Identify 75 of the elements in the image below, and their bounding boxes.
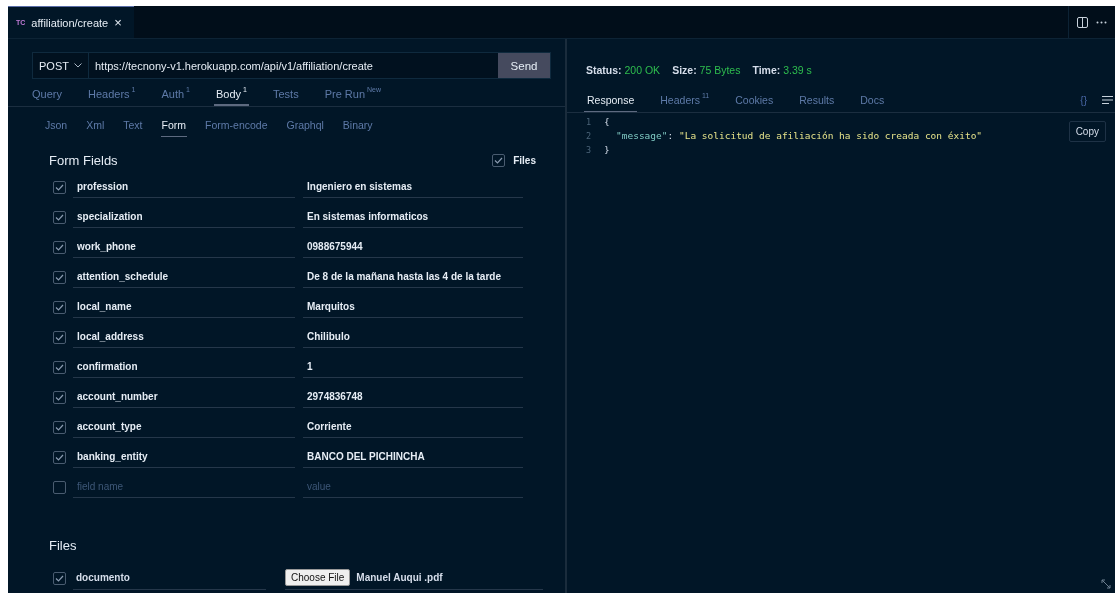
files-toggle-label: Files: [513, 154, 536, 166]
body-type-tab[interactable]: Form-encode: [205, 119, 268, 138]
file-name: Manuel Auqui .pdf: [356, 572, 443, 583]
checkbox[interactable]: [53, 360, 66, 374]
field-value-input[interactable]: Corriente: [303, 416, 523, 438]
field-value-input[interactable]: 1: [303, 356, 523, 378]
line-number: 1: [586, 116, 593, 129]
request-tab[interactable]: Headers $^{1}$: [87, 88, 136, 107]
request-tab[interactable]: Body $^{1}$: [216, 88, 247, 107]
response-time: Time: 3.39 s: [752, 64, 812, 76]
response-tab[interactable]: Docs: [860, 94, 885, 112]
copy-button[interactable]: Copy: [1068, 121, 1106, 142]
response-tab[interactable]: Headers $^{11}$: [660, 94, 710, 112]
body-type-tab[interactable]: Binary: [342, 119, 373, 138]
tab-title[interactable]: affiliation/create: [31, 16, 109, 29]
request-tab[interactable]: Tests: [273, 88, 299, 107]
field-name-input[interactable]: work_phone: [73, 236, 295, 258]
field-name-input[interactable]: account_type: [73, 416, 295, 438]
checkbox[interactable]: [53, 450, 66, 464]
section-heading: Form Fields: [49, 152, 118, 168]
checkbox[interactable]: [53, 270, 66, 284]
body-type-tab[interactable]: Form: [161, 119, 187, 138]
file-key-input[interactable]: documento: [73, 566, 266, 590]
choose-file-button[interactable]: Choose File: [285, 569, 351, 586]
line-number: 2: [586, 130, 593, 143]
field-value-input[interactable]: 0988675944: [303, 236, 523, 258]
split-view-icon[interactable]: [1077, 16, 1088, 28]
checkbox[interactable]: [492, 153, 506, 167]
checkbox[interactable]: [53, 180, 66, 194]
checkbox[interactable]: [53, 240, 66, 254]
field-value-input[interactable]: Chilibulo: [303, 326, 523, 348]
response-tab[interactable]: Cookies: [735, 94, 774, 112]
code-line: }: [604, 143, 610, 157]
field-name-input[interactable]: banking_entity: [73, 446, 295, 468]
field-name-input[interactable]: account_number: [73, 386, 295, 408]
field-value-input[interactable]: Marquitos: [303, 296, 523, 318]
field-name-input[interactable]: local_name: [73, 296, 295, 318]
field-value-input[interactable]: Ingeniero en sistemas: [303, 176, 523, 198]
request-tab[interactable]: Auth $^{1}$: [161, 88, 190, 107]
field-name-input[interactable]: specialization: [73, 206, 295, 228]
field-name-input[interactable]: profession: [73, 176, 295, 198]
checkbox[interactable]: [53, 420, 66, 434]
request-tab[interactable]: Query: [32, 88, 62, 107]
request-tab[interactable]: Pre Run $^{New}$: [324, 88, 382, 107]
field-value-input[interactable]: value: [303, 476, 523, 498]
line-number: 3: [586, 144, 593, 157]
field-name-input[interactable]: local_address: [73, 326, 295, 348]
section-heading: Files: [49, 538, 77, 553]
wrap-lines-icon[interactable]: [1102, 96, 1113, 104]
field-value-input[interactable]: De 8 de la mañana hasta las 4 de la tarde: [303, 266, 523, 288]
resize-icon[interactable]: [1101, 579, 1111, 589]
close-icon[interactable]: ×: [114, 16, 122, 29]
checkbox[interactable]: [53, 480, 66, 494]
field-name-input[interactable]: attention_schedule: [73, 266, 295, 288]
field-value-input[interactable]: BANCO DEL PICHINCHA: [303, 446, 523, 468]
code-line: "message": "La solicitud de afiliación ha sido creada con éxito": [615, 129, 983, 143]
checkbox[interactable]: [53, 300, 66, 314]
field-name-input[interactable]: confirmation: [73, 356, 295, 378]
field-value-input[interactable]: En sistemas informaticos: [303, 206, 523, 228]
body-type-tab[interactable]: Graphql: [286, 119, 324, 138]
response-status: Status: 200 OK: [586, 64, 661, 76]
field-name-input[interactable]: field name: [73, 476, 295, 498]
response-tab[interactable]: Response: [587, 94, 635, 112]
body-type-tab[interactable]: Xml: [86, 119, 105, 138]
code-line: {: [604, 115, 610, 129]
more-icon[interactable]: [1096, 20, 1107, 24]
body-type-tab[interactable]: Json: [45, 119, 68, 138]
response-tab[interactable]: Results: [799, 94, 835, 112]
field-value-input[interactable]: 2974836748: [303, 386, 523, 408]
response-size: Size: 75 Bytes: [672, 64, 741, 76]
checkbox[interactable]: [53, 571, 66, 585]
body-type-tab[interactable]: Text: [123, 119, 143, 138]
checkbox[interactable]: [53, 210, 66, 224]
checkbox[interactable]: [53, 330, 66, 344]
checkbox[interactable]: [53, 390, 66, 404]
